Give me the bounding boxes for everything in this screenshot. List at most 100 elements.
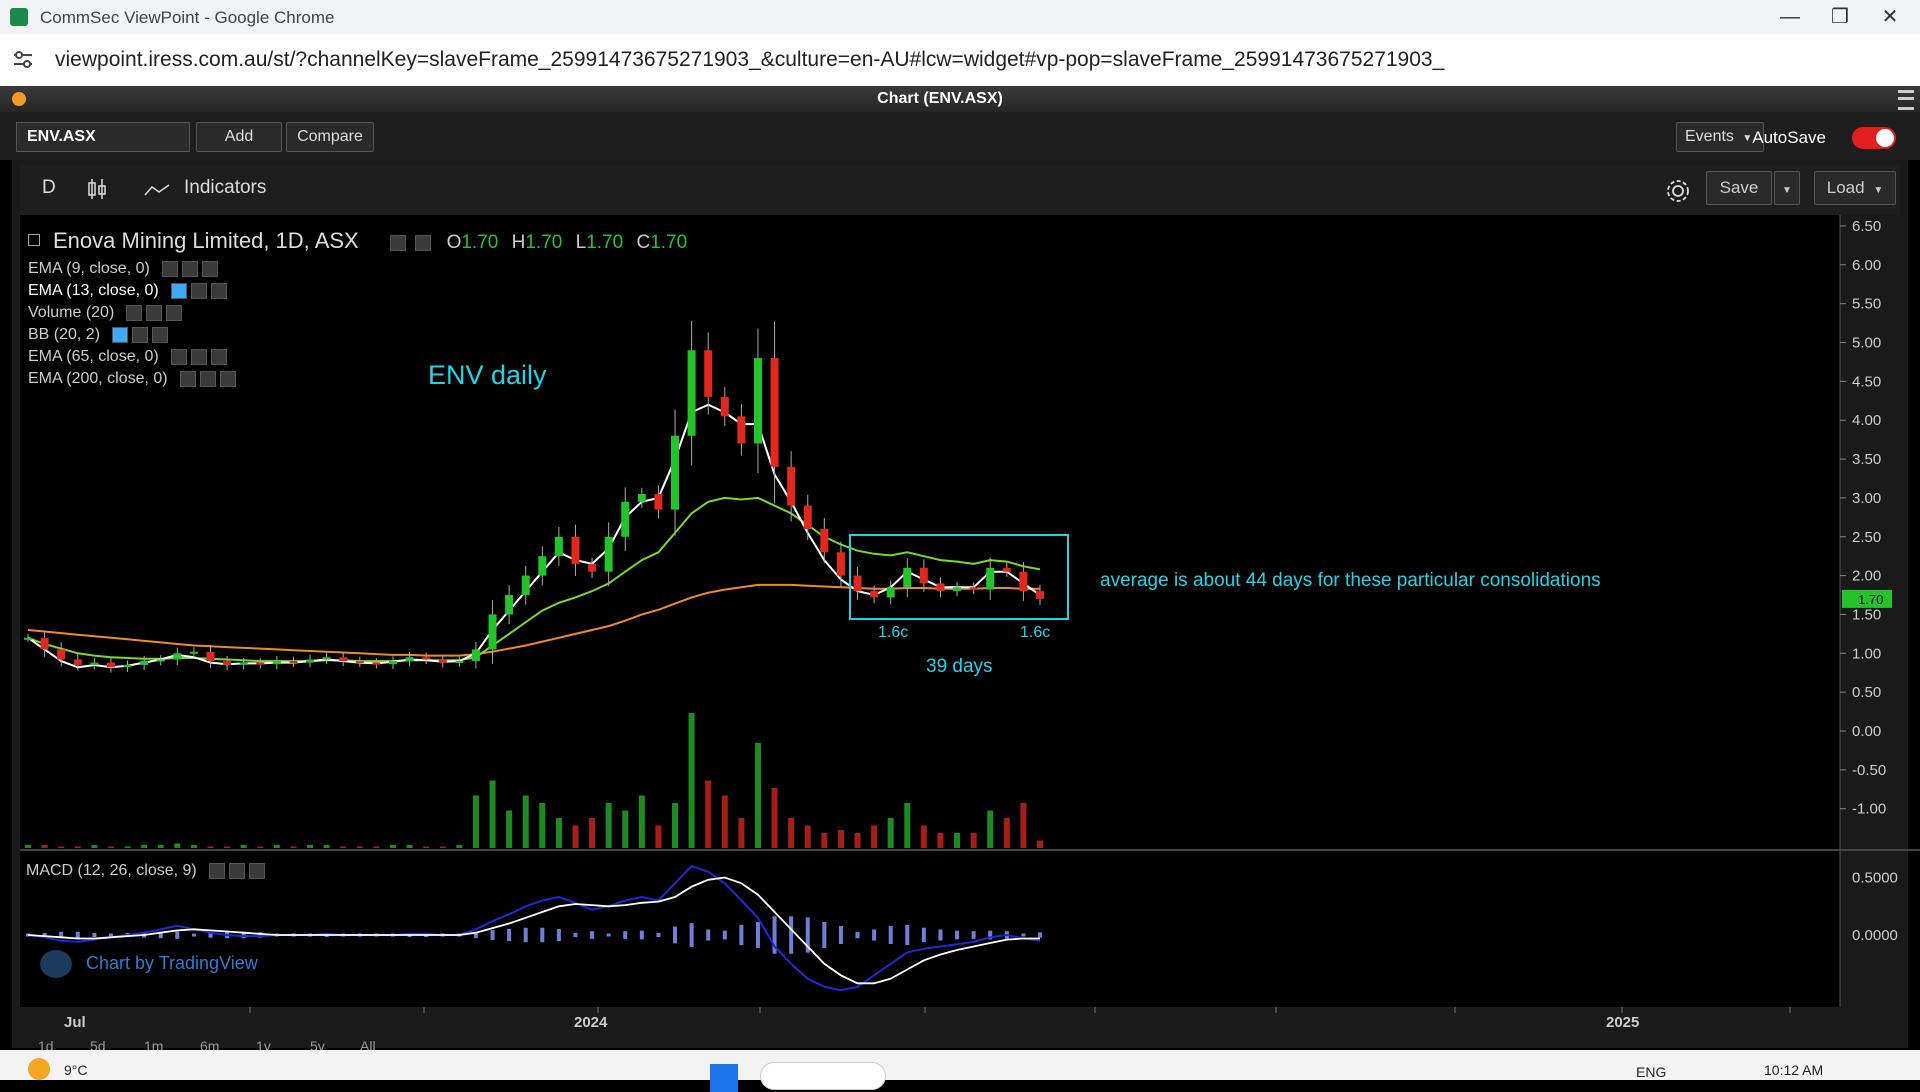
settings-icon[interactable] <box>146 304 163 321</box>
settings-icon[interactable] <box>190 348 207 365</box>
interval-button[interactable]: D <box>42 177 56 199</box>
indicator-ema200[interactable]: EMA (200, close, 0) <box>28 370 236 388</box>
open-value: 1.70 <box>461 232 499 253</box>
chart-toolbar: D Indicators Save ▼ Load ▼ <box>20 165 1900 215</box>
os-taskbar: 9°C ENG 10:12 AM <box>0 1050 1920 1092</box>
indicator-label: EMA (9, close, 0) <box>28 260 150 277</box>
events-label: Events <box>1685 128 1734 145</box>
indicator-ema9[interactable]: EMA (9, close, 0) <box>28 260 218 278</box>
time-axis: Jul 2024 2025 <box>20 1008 1840 1032</box>
panel-header: Chart (ENV.ASX) <box>0 86 1920 112</box>
indicator-volume[interactable]: Volume (20) <box>28 304 183 322</box>
clock[interactable]: 10:12 AM <box>1764 1062 1823 1078</box>
panel-title: Chart (ENV.ASX) <box>877 90 1003 107</box>
taskbar-search[interactable] <box>760 1062 886 1090</box>
autosave-toggle[interactable] <box>1852 127 1896 149</box>
site-settings-icon[interactable] <box>12 48 34 70</box>
address-bar[interactable]: viewpoint.iress.com.au/st/?channelKey=sl… <box>0 34 1920 87</box>
annotation-low-left: 1.6c <box>878 624 909 641</box>
chevron-down-icon: ▼ <box>1873 185 1884 196</box>
gear-icon[interactable] <box>1664 177 1692 205</box>
language-indicator[interactable]: ENG <box>1636 1064 1666 1080</box>
settings-icon[interactable] <box>228 862 245 879</box>
indicator-label: EMA (65, close, 0) <box>28 348 159 365</box>
indicator-ema13[interactable]: EMA (13, close, 0) <box>28 282 227 300</box>
settings-icon[interactable] <box>181 260 198 277</box>
symbol-toolbar: ENV.ASX Add Compare Events ▼ AutoSave <box>0 112 1920 160</box>
load-dropdown[interactable]: Load ▼ <box>1814 171 1896 205</box>
close-icon[interactable] <box>210 282 227 299</box>
symbol-input[interactable]: ENV.ASX <box>16 122 190 152</box>
settings-icon[interactable] <box>132 326 149 343</box>
eye-icon[interactable] <box>390 234 406 251</box>
low-label: L <box>575 232 587 253</box>
close-icon[interactable]: ✕ <box>1870 4 1910 30</box>
low-value: 1.70 <box>586 232 624 253</box>
macd-label: MACD (12, 26, close, 9) <box>26 862 197 879</box>
tradingview-logo-icon <box>40 950 72 978</box>
eye-icon[interactable] <box>208 862 225 879</box>
indicator-bb[interactable]: BB (20, 2) <box>28 326 169 344</box>
close-icon[interactable] <box>219 370 236 387</box>
close-icon[interactable] <box>210 348 227 365</box>
load-label: Load <box>1826 178 1865 197</box>
indicator-label: BB (20, 2) <box>28 326 101 343</box>
eye-icon[interactable] <box>170 348 187 365</box>
add-button[interactable]: Add <box>196 122 282 152</box>
browser-title-bar: CommSec ViewPoint - Google Chrome — ❐ ✕ <box>0 0 1920 34</box>
window-title: CommSec ViewPoint - Google Chrome <box>40 8 335 27</box>
url-text[interactable]: viewpoint.iress.com.au/st/?channelKey=sl… <box>55 48 1444 72</box>
eye-icon[interactable] <box>179 370 196 387</box>
settings-icon[interactable] <box>415 234 432 251</box>
close-icon[interactable] <box>248 862 265 879</box>
tradingview-watermark[interactable]: Chart by TradingView <box>40 950 258 978</box>
weather-icon[interactable] <box>28 1058 50 1080</box>
menu-icon[interactable] <box>1898 90 1914 110</box>
annotation-low-right: 1.6c <box>1020 624 1051 641</box>
symbol-title: Enova Mining Limited, 1D, ASX <box>53 228 359 253</box>
ohlc-readout: O1.70 H1.70 L1.70 C1.70 <box>386 232 687 254</box>
high-value: 1.70 <box>525 232 563 253</box>
close-icon[interactable] <box>166 304 183 321</box>
settings-icon[interactable] <box>190 282 207 299</box>
chevron-down-icon: ▼ <box>1782 185 1792 196</box>
autosave-label: AutoSave <box>1752 128 1826 147</box>
chart-frame <box>12 160 1908 1048</box>
open-label: O <box>446 232 462 253</box>
close-label: C <box>636 232 651 253</box>
indicators-icon[interactable] <box>144 183 170 197</box>
chevron-down-icon: ▼ <box>1742 133 1753 144</box>
close-icon[interactable] <box>201 260 218 277</box>
time-label: 2025 <box>1606 1014 1640 1031</box>
close-value: 1.70 <box>650 232 688 253</box>
annotation-days: 39 days <box>926 656 993 677</box>
candles-icon[interactable] <box>86 177 108 201</box>
indicators-button[interactable]: Indicators <box>184 177 266 199</box>
collapse-icon[interactable] <box>28 234 40 246</box>
macd-legend: MACD (12, 26, close, 9) <box>26 862 265 880</box>
indicator-label: EMA (200, close, 0) <box>28 370 168 387</box>
time-label: Jul <box>64 1014 86 1031</box>
settings-icon[interactable] <box>199 370 216 387</box>
app-favicon-icon <box>10 8 28 26</box>
annotation-title: ENV daily <box>428 360 547 390</box>
annotation-note: average is about 44 days for these parti… <box>1100 570 1601 591</box>
eye-icon[interactable] <box>161 260 178 277</box>
events-dropdown[interactable]: Events ▼ <box>1676 122 1764 152</box>
compare-button[interactable]: Compare <box>286 122 374 152</box>
save-options-button[interactable]: ▼ <box>1774 171 1800 205</box>
save-button[interactable]: Save <box>1706 171 1772 205</box>
close-icon[interactable] <box>152 326 169 343</box>
indicator-ema65[interactable]: EMA (65, close, 0) <box>28 348 227 366</box>
indicator-label: EMA (13, close, 0) <box>28 282 159 299</box>
indicator-label: Volume (20) <box>28 304 115 321</box>
eye-icon[interactable] <box>112 326 129 343</box>
eye-icon[interactable] <box>126 304 143 321</box>
temperature-label: 9°C <box>64 1062 88 1078</box>
eye-icon[interactable] <box>170 282 187 299</box>
minimize-icon[interactable]: — <box>1770 4 1810 30</box>
restore-icon[interactable]: ❐ <box>1820 4 1860 30</box>
high-label: H <box>511 232 526 253</box>
start-icon[interactable] <box>710 1064 738 1092</box>
time-label: 2024 <box>574 1014 608 1031</box>
